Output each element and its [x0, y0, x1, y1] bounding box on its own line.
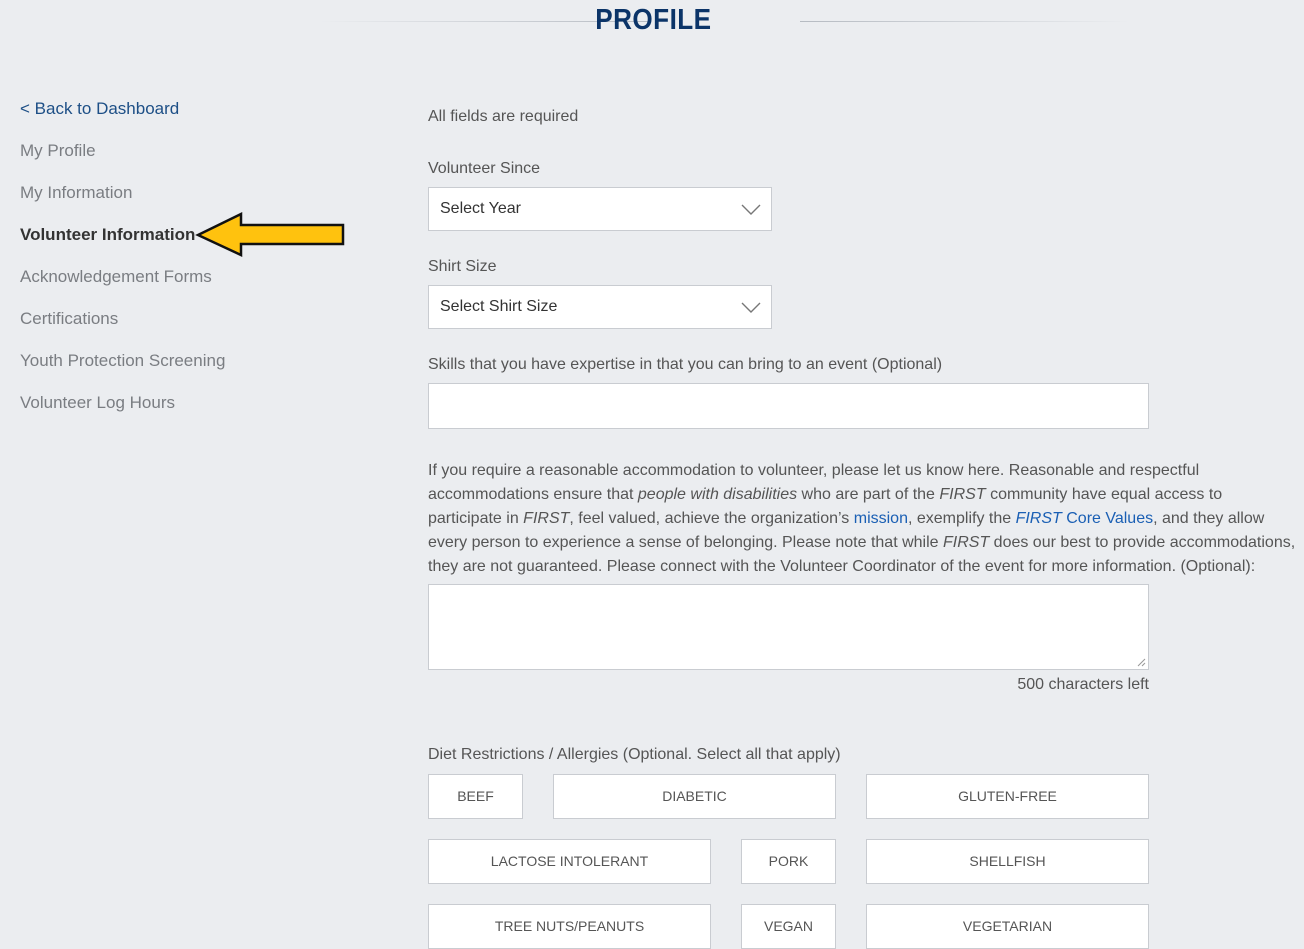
- accommodation-emphasis: people with disabilities: [637, 486, 798, 503]
- diet-option-beef[interactable]: BEEF: [428, 774, 523, 819]
- first-brand-text: FIRST: [523, 510, 570, 527]
- diet-option-vegan[interactable]: VEGAN: [741, 904, 836, 949]
- diet-option-vegetarian[interactable]: VEGETARIAN: [866, 904, 1149, 949]
- chevron-down-icon: [741, 204, 761, 215]
- sidebar-item-volunteer-log-hours[interactable]: Volunteer Log Hours: [20, 392, 340, 434]
- sidebar-item-my-profile[interactable]: My Profile: [20, 140, 340, 182]
- accommodation-text: , feel valued, achieve the organization’…: [569, 510, 854, 527]
- core-values-link[interactable]: FIRST Core Values: [1016, 510, 1154, 527]
- accommodation-text: who are part of the: [797, 486, 940, 503]
- first-brand-text: FIRST: [943, 534, 990, 551]
- skills-input[interactable]: [428, 383, 1149, 429]
- volunteer-since-select[interactable]: Select Year: [428, 187, 772, 231]
- volunteer-since-value: Select Year: [440, 200, 521, 217]
- required-note: All fields are required: [428, 108, 579, 125]
- diet-option-pork[interactable]: PORK: [741, 839, 836, 884]
- header-divider-right: [800, 21, 1130, 22]
- shirt-size-value: Select Shirt Size: [440, 298, 558, 315]
- diet-option-shellfish[interactable]: SHELLFISH: [866, 839, 1149, 884]
- accommodation-label: If you require a reasonable accommodatio…: [428, 459, 1298, 579]
- volunteer-since-label: Volunteer Since: [428, 160, 541, 177]
- back-to-dashboard-link[interactable]: < Back to Dashboard: [20, 98, 340, 140]
- sidebar-item-acknowledgement-forms[interactable]: Acknowledgement Forms: [20, 266, 340, 308]
- page-header: PROFILE: [0, 0, 1304, 44]
- diet-option-tree-nuts-peanuts[interactable]: TREE NUTS/PEANUTS: [428, 904, 711, 949]
- core-values-text: Core Values: [1061, 510, 1154, 527]
- first-brand-text: FIRST: [1015, 510, 1062, 527]
- shirt-size-select[interactable]: Select Shirt Size: [428, 285, 772, 329]
- accommodation-text: , exemplify the: [907, 510, 1016, 527]
- sidebar-nav: < Back to Dashboard My Profile My Inform…: [20, 98, 340, 434]
- characters-left-counter: 500 characters left: [1017, 676, 1149, 693]
- diet-label: Diet Restrictions / Allergies (Optional.…: [428, 746, 841, 763]
- diet-option-gluten-free[interactable]: GLUTEN-FREE: [866, 774, 1149, 819]
- first-brand-text: FIRST: [939, 486, 986, 503]
- shirt-size-label: Shirt Size: [428, 258, 497, 275]
- diet-option-diabetic[interactable]: DIABETIC: [553, 774, 836, 819]
- accommodation-textarea[interactable]: [428, 584, 1149, 670]
- mission-link[interactable]: mission: [854, 510, 908, 527]
- diet-option-lactose-intolerant[interactable]: LACTOSE INTOLERANT: [428, 839, 711, 884]
- skills-label: Skills that you have expertise in that y…: [428, 356, 943, 373]
- sidebar-item-certifications[interactable]: Certifications: [20, 308, 340, 350]
- resize-grip-icon[interactable]: [1137, 658, 1146, 667]
- pointer-arrow-icon: [195, 211, 345, 257]
- chevron-down-icon: [741, 302, 761, 313]
- sidebar-item-youth-protection-screening[interactable]: Youth Protection Screening: [20, 350, 340, 392]
